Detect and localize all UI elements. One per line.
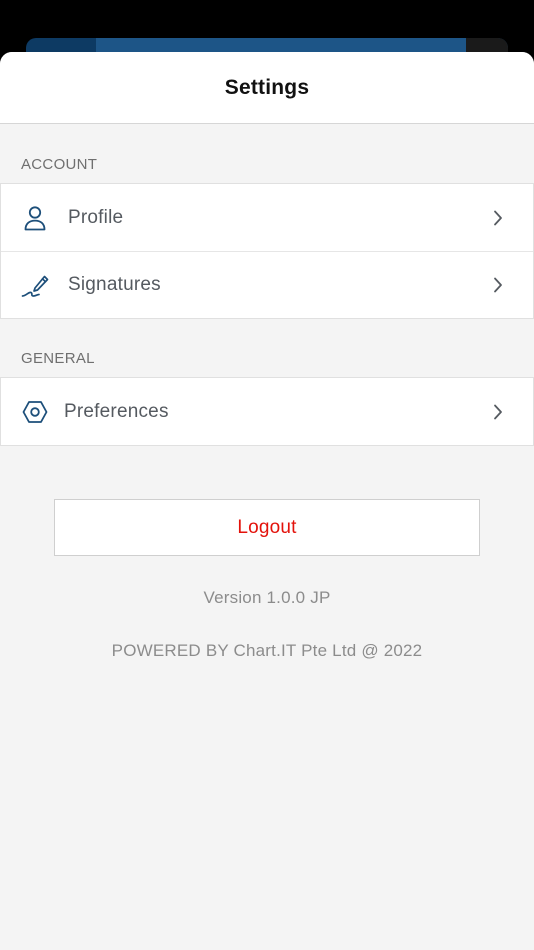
section-label-account: ACCOUNT [21, 156, 98, 173]
settings-item-preferences[interactable]: Preferences [1, 378, 533, 445]
settings-item-signatures[interactable]: Signatures [1, 251, 533, 318]
pen-signature-icon [21, 271, 49, 299]
settings-item-profile[interactable]: Profile [1, 184, 533, 251]
account-group: Profile Signatures [0, 183, 534, 319]
section-label-general: GENERAL [21, 350, 95, 367]
page-title: Settings [224, 75, 310, 99]
general-group: Preferences [0, 377, 534, 446]
logout-button[interactable]: Logout [54, 499, 480, 556]
settings-item-label: Preferences [64, 400, 169, 422]
powered-by-text: POWERED BY Chart.IT Pte Ltd @ 2022 [111, 641, 423, 660]
chevron-right-icon [491, 276, 505, 294]
version-text: Version 1.0.0 JP [203, 588, 331, 607]
person-icon [21, 204, 49, 232]
settings-item-label: Signatures [68, 274, 161, 295]
hexagon-gear-icon [21, 398, 49, 426]
settings-item-label: Profile [68, 206, 124, 228]
chevron-right-icon [491, 209, 505, 227]
settings-sheet: Settings ACCOUNT Profile Signatures GENE… [0, 52, 534, 950]
sheet-header: Settings [0, 52, 534, 124]
chevron-right-icon [491, 403, 505, 421]
